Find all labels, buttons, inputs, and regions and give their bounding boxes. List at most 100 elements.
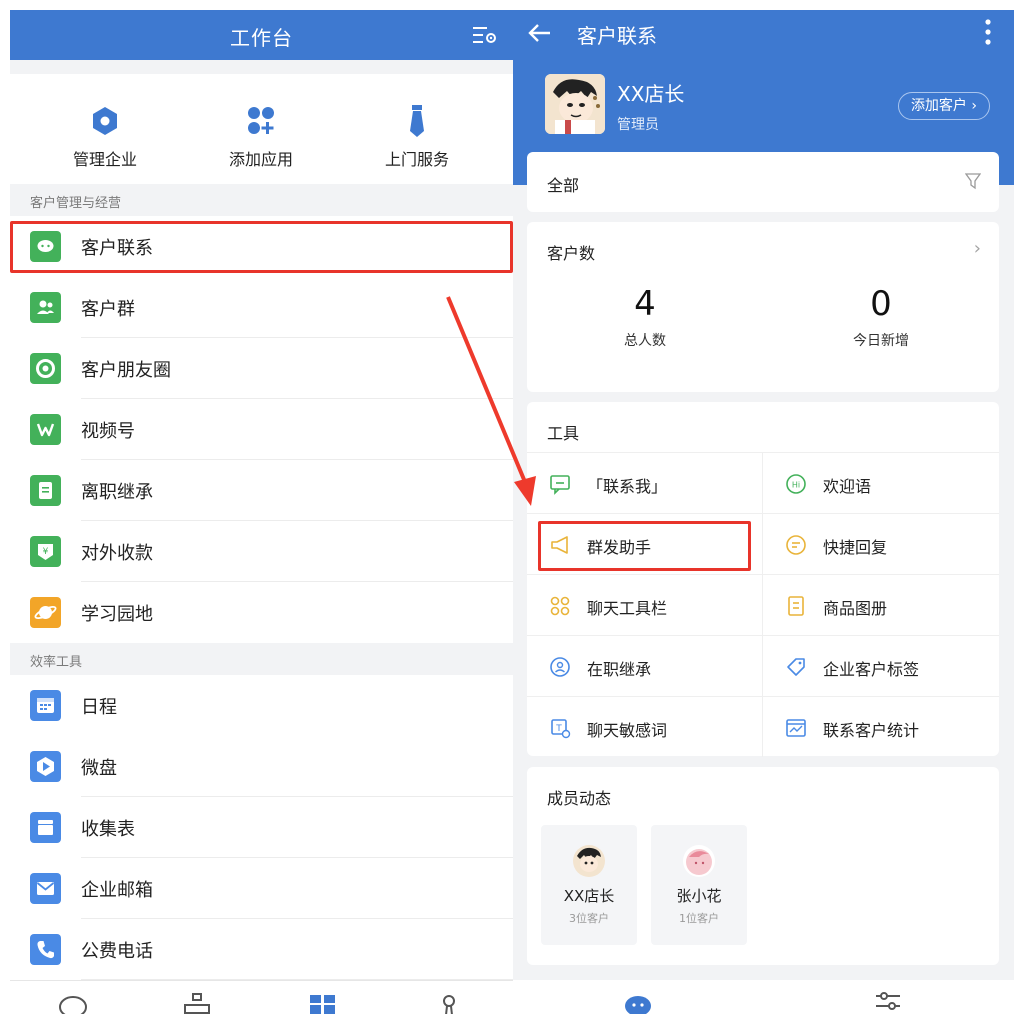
settings-sliders-icon[interactable] — [873, 990, 903, 1014]
tool-label: 聊天敏感词 — [587, 721, 668, 740]
member-name: XX店长 — [563, 887, 615, 905]
list-item-schedule[interactable]: 日程 — [10, 675, 513, 736]
tool-label: 欢迎语 — [823, 477, 872, 496]
list-item-collection-form[interactable]: 收集表 — [10, 797, 513, 858]
filter-card[interactable]: 全部 — [527, 152, 999, 212]
list-item-channels[interactable]: 视频号 — [10, 399, 513, 460]
quick-actions: 管理企业 添加应用 上门服务 — [10, 74, 513, 192]
today-value: 0 — [870, 284, 892, 324]
add-customer-button[interactable]: 添加客户 › — [897, 92, 990, 120]
sensitive-word-icon: T — [551, 719, 571, 739]
toolbar-icon — [550, 596, 570, 616]
customer-tab-icon[interactable] — [623, 990, 653, 1014]
list-item-public-phone[interactable]: 公费电话 — [10, 919, 513, 980]
customer-count-card[interactable]: 客户数 › 4 总人数 0 今日新增 — [527, 222, 999, 392]
profile-tab-icon[interactable] — [434, 991, 464, 1014]
list-item-label: 客户朋友圈 — [81, 360, 171, 381]
customer-count-title: 客户数 — [547, 244, 596, 263]
member-name: 张小花 — [676, 887, 722, 905]
list-item-resign-inherit[interactable]: 离职继承 — [10, 460, 513, 521]
avatar — [683, 845, 715, 877]
tool-product-catalog[interactable]: 商品图册 — [763, 574, 999, 635]
member-customer-count: 1位客户 — [679, 912, 719, 925]
list-item-label: 日程 — [81, 697, 117, 718]
list-item-label: 学习园地 — [81, 604, 153, 625]
svg-text:¥: ¥ — [43, 547, 49, 557]
more-vertical-icon[interactable] — [984, 18, 992, 46]
onsite-service-button[interactable]: 上门服务 — [337, 104, 497, 170]
workbench-tab-icon[interactable] — [308, 991, 338, 1014]
list-item-customer-group[interactable]: 客户群 — [10, 277, 513, 338]
today-stat: 0 今日新增 — [781, 284, 981, 350]
stats-icon — [786, 719, 806, 737]
svg-text:T: T — [555, 724, 562, 734]
member-activity-card: 成员动态 XX店长 3位客户 张小花 1位客户 — [527, 767, 999, 965]
filter-icon[interactable] — [965, 172, 981, 190]
workbench-panel: 工作台 管理企业 添加应用 上门服务 客户管理与经营 客户联系 客户群 客户朋友… — [10, 10, 513, 1014]
list-item-label: 离职继承 — [81, 482, 153, 503]
tool-chat-toolbar[interactable]: 聊天工具栏 — [527, 574, 763, 635]
back-arrow-icon[interactable] — [527, 20, 553, 46]
form-icon — [30, 812, 61, 843]
list-item-learning-garden[interactable]: 学习园地 — [10, 582, 513, 643]
tool-quick-reply[interactable]: 快捷回复 — [763, 513, 999, 574]
member-item[interactable]: XX店长 3位客户 — [541, 825, 637, 945]
tie-icon — [410, 105, 424, 137]
list-item-external-payment[interactable]: ¥ 对外收款 — [10, 521, 513, 582]
planet-icon — [30, 597, 61, 628]
add-app-button[interactable]: 添加应用 — [181, 104, 341, 170]
highlight-box — [538, 521, 751, 571]
filter-label: 全部 — [547, 176, 580, 195]
settings-list-icon[interactable] — [473, 24, 497, 46]
highlight-box — [10, 221, 513, 273]
bottom-nav — [10, 980, 513, 1014]
list-item-customer-moments[interactable]: 客户朋友圈 — [10, 338, 513, 399]
moments-icon — [30, 353, 61, 384]
list-item-label: 客户群 — [81, 299, 135, 320]
member-item[interactable]: 张小花 1位客户 — [651, 825, 747, 945]
list-item-micro-drive[interactable]: 微盘 — [10, 736, 513, 797]
channels-icon — [30, 414, 61, 445]
tool-label: 快捷回复 — [823, 538, 888, 557]
contact-me-icon — [550, 475, 570, 495]
list-item-label: 收集表 — [81, 819, 135, 840]
tool-label: 企业客户标签 — [823, 660, 920, 679]
manage-enterprise-button[interactable]: 管理企业 — [25, 104, 185, 170]
tool-onjob-inherit[interactable]: 在职继承 — [527, 635, 763, 696]
total-label: 总人数 — [624, 333, 666, 349]
message-tab-icon[interactable] — [58, 991, 88, 1014]
chevron-right-icon: › — [973, 238, 981, 259]
quick-reply-icon — [786, 535, 806, 555]
tool-contact-stats[interactable]: 联系客户统计 — [763, 696, 999, 757]
quick-label: 上门服务 — [384, 150, 449, 169]
list-item-label: 视频号 — [81, 421, 135, 442]
document-icon — [30, 475, 61, 506]
tool-welcome-message[interactable]: Hi 欢迎语 — [763, 452, 999, 513]
quick-label: 管理企业 — [72, 150, 137, 169]
list-item-enterprise-mail[interactable]: 企业邮箱 — [10, 858, 513, 919]
section-customer-management: 客户管理与经营 — [10, 184, 513, 216]
user-name: XX店长 — [617, 82, 685, 106]
tool-sensitive-words[interactable]: T 聊天敏感词 — [527, 696, 763, 757]
phone-icon — [30, 934, 61, 965]
tools-card: 工具 「联系我」 Hi 欢迎语 群发助手 快捷回复 聊天工具栏 商品图册 在职继… — [527, 402, 999, 757]
tool-label: 聊天工具栏 — [587, 599, 668, 618]
avatar — [573, 845, 605, 877]
customer-contact-panel: 客户联系 XX店长 管理员 添加客户 › 全部 客户数 › 4 总人数 0 今日… — [513, 10, 1014, 1014]
list-item-label: 对外收款 — [81, 543, 153, 564]
apps-add-icon — [248, 107, 274, 134]
member-customer-count: 3位客户 — [569, 912, 609, 925]
quick-label: 添加应用 — [228, 150, 293, 169]
contacts-tab-icon[interactable] — [182, 991, 212, 1014]
tool-contact-me[interactable]: 「联系我」 — [527, 452, 763, 513]
tag-icon — [787, 658, 805, 676]
catalog-icon — [788, 596, 804, 616]
add-customer-label: 添加客户 — [910, 98, 967, 114]
page-title: 客户联系 — [577, 24, 657, 48]
tool-customer-tag[interactable]: 企业客户标签 — [763, 635, 999, 696]
section-efficiency-tools: 效率工具 — [10, 643, 513, 675]
user-role: 管理员 — [617, 117, 659, 133]
today-label: 今日新增 — [853, 333, 909, 349]
chevron-right-icon: › — [971, 98, 977, 114]
member-activity-title: 成员动态 — [547, 789, 612, 808]
